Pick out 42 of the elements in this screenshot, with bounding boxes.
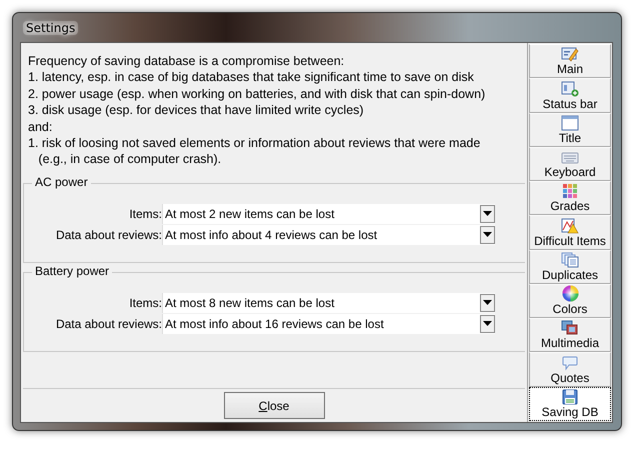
sidebar-item[interactable]: Colors	[529, 284, 611, 318]
caret-icon	[483, 211, 492, 216]
field-label: Data about reviews:	[56, 316, 162, 331]
description-line: and:	[28, 118, 54, 136]
description-line: (e.g., in case of computer crash).	[37, 151, 222, 168]
field-label: Data about reviews:	[56, 228, 162, 242]
sidebar-item[interactable]: Quotes	[529, 352, 611, 387]
dropdown[interactable]: At most info about 16 reviews can be lost	[162, 314, 495, 334]
field-label: Items:	[129, 296, 162, 310]
description-line: 1. risk of loosing not saved elements or information about reviews that were made	[28, 135, 482, 152]
sidebar-item[interactable]: Status bar	[529, 78, 611, 113]
pencil-icon	[561, 46, 579, 62]
description-line: 3. disk usage (esp. for devices that have limited write cycles)	[28, 102, 365, 119]
sidebar-item[interactable]: Difficult Items	[529, 215, 611, 250]
dropdown[interactable]: At most 2 new items can be lost	[162, 204, 495, 224]
description-line: 2. power usage (esp. when working on batteries, and with disk that can spin-down)	[28, 86, 486, 102]
caret-icon	[483, 321, 492, 326]
group-title: AC power	[32, 174, 91, 189]
sidebar-item[interactable]: Multimedia	[529, 318, 611, 352]
sidebar-item[interactable]: Keyboard	[529, 146, 611, 182]
documents-icon	[561, 252, 579, 268]
caret-icon	[483, 300, 492, 306]
sidebar-item[interactable]: Title	[529, 112, 611, 147]
close-button[interactable]: Close	[224, 392, 324, 419]
color-wheel-icon	[562, 285, 578, 302]
dropdown[interactable]: At most info about 4 reviews can be lost	[162, 224, 495, 245]
sidebar-item[interactable]: Grades	[529, 181, 611, 216]
sidebar-item[interactable]: Main	[529, 44, 611, 78]
sidebar-item[interactable]: Saving DB	[529, 386, 611, 421]
group-title: Battery power	[32, 264, 112, 278]
sidebar-item[interactable]: Duplicates	[529, 250, 611, 284]
description-line: Frequency of saving database is a compromise between:	[28, 53, 346, 70]
window-icon	[561, 114, 579, 131]
field-label: Items:	[129, 206, 162, 221]
caret-icon	[483, 232, 492, 238]
description-line: 1. latency, esp. in case of big databases that take significant time to save on disk	[28, 69, 475, 86]
speech-bubble-icon	[562, 356, 578, 371]
status-bar-icon	[561, 80, 579, 97]
media-windows-icon	[561, 320, 579, 336]
warning-chart-icon	[561, 218, 579, 234]
dropdown[interactable]: At most 8 new items can be lost	[162, 292, 495, 313]
color-grid-icon	[562, 183, 578, 200]
